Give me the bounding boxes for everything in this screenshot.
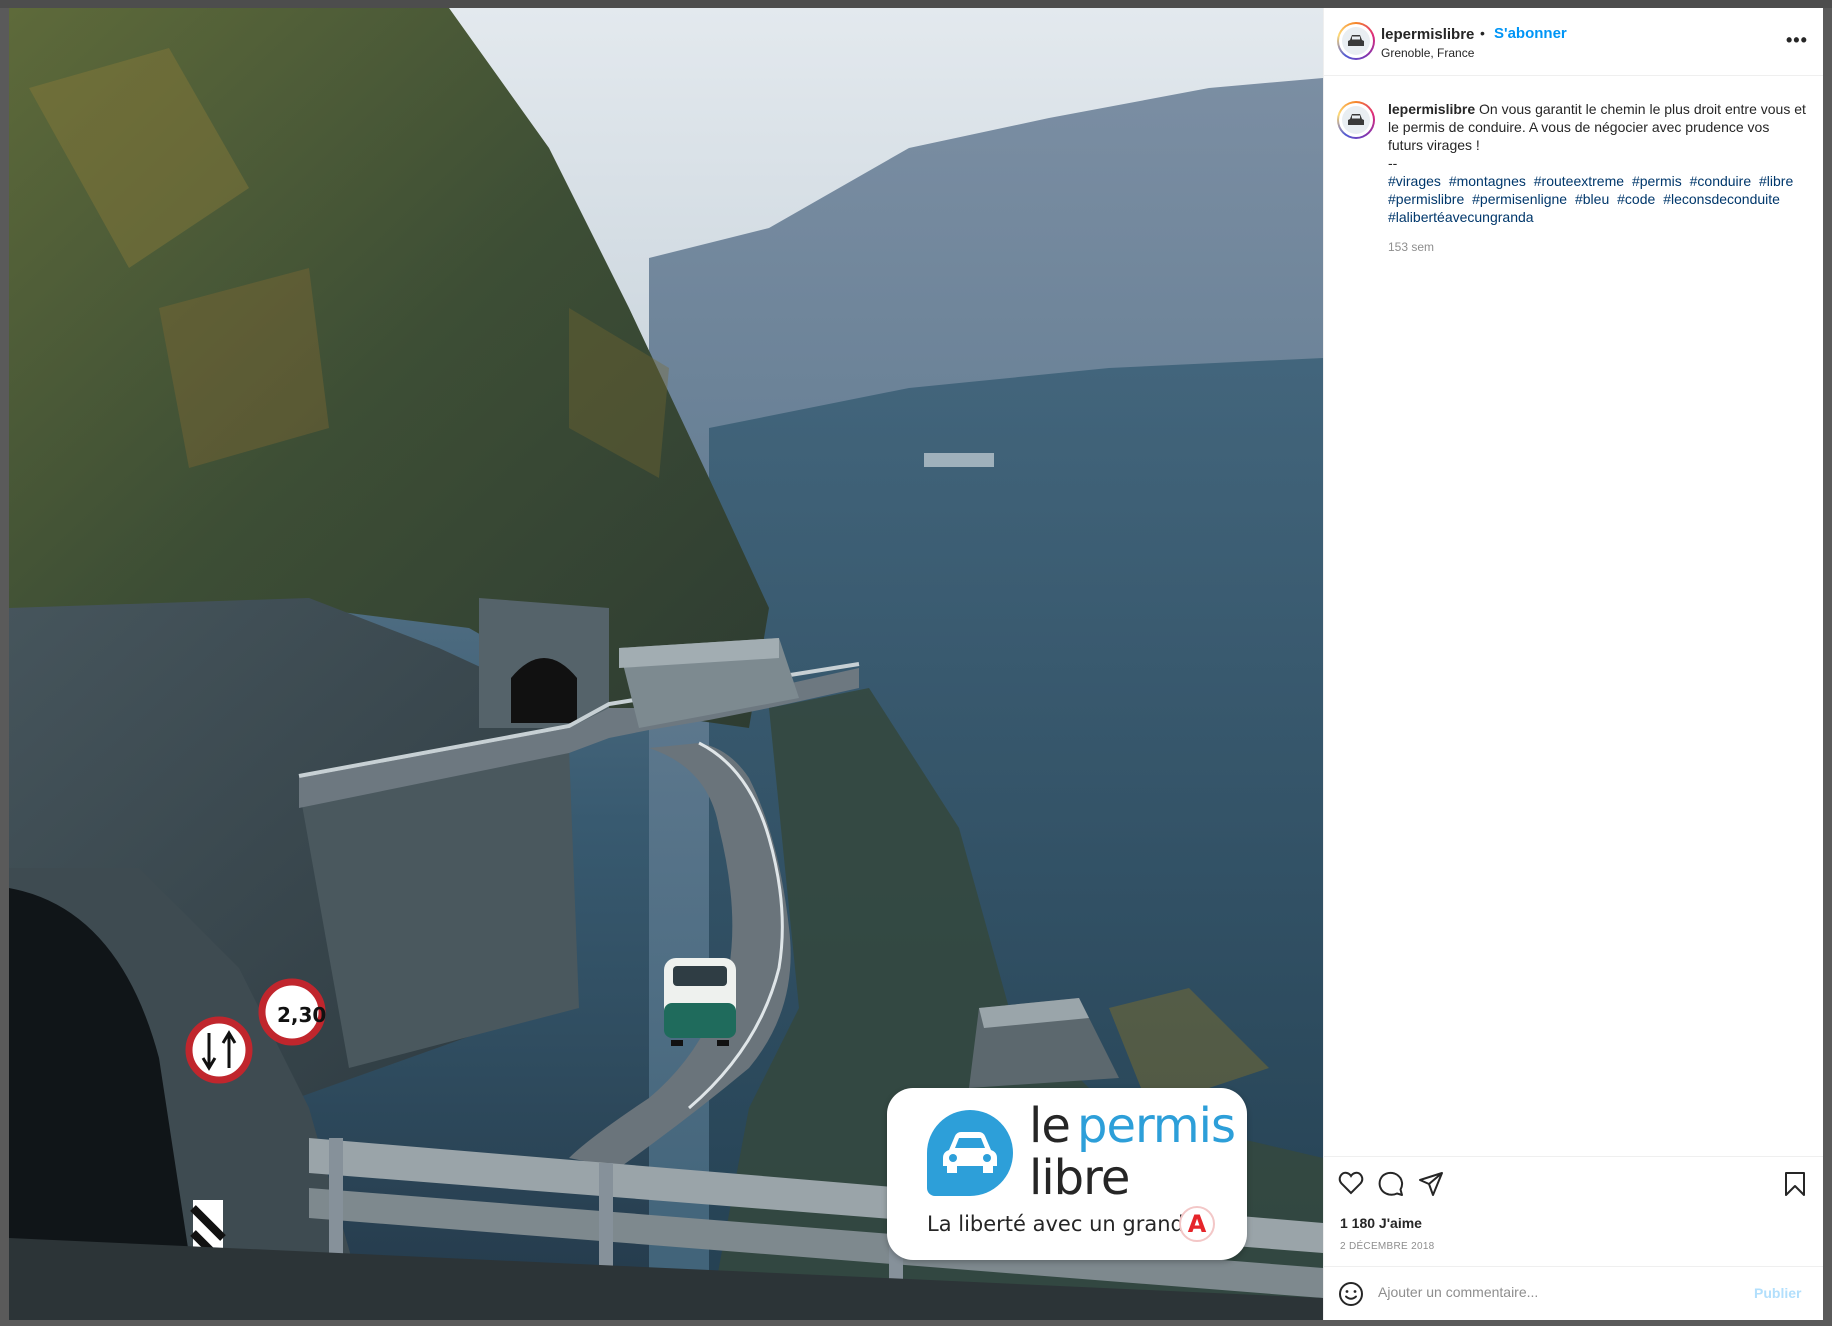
location-link[interactable]: Grenoble, France [1381,46,1474,60]
brand-libre-text: libre [1029,1150,1130,1206]
hashtag-link[interactable]: #permislibre [1388,191,1464,207]
hashtag-link[interactable]: #montagnes [1449,173,1526,189]
header-separator: • [1480,25,1485,41]
brand-badge: le permis libre La liberté avec un grand… [887,1088,1247,1260]
caption-separator: -- [1388,155,1398,171]
caption-username[interactable]: lepermislibre [1388,101,1475,117]
comment-input[interactable] [1376,1283,1730,1301]
post-photo[interactable]: 2,30 le permis libre La liberté avec un … [9,8,1323,1320]
brand-le-text: le [1029,1098,1071,1154]
avatar[interactable] [1337,22,1375,60]
car-avatar-icon [1342,106,1370,134]
hashtag-link[interactable]: #virages [1388,173,1441,189]
brand-slogan: La liberté avec un grand [927,1212,1184,1236]
post-actions: 1 180 J'aime 2 DÉCEMBRE 2018 [1324,1156,1823,1266]
smiley-icon[interactable] [1338,1281,1364,1307]
post-caption: lepermislibre On vous garantit le chemin… [1388,100,1808,226]
comment-box: Publier [1324,1266,1823,1320]
comment-icon[interactable] [1378,1171,1404,1197]
more-options-icon[interactable]: ••• [1786,30,1808,51]
hashtag-link[interactable]: #permisenligne [1472,191,1567,207]
hashtag-list: #virages #montagnes #routeextreme #permi… [1388,172,1808,226]
hashtag-link[interactable]: #leconsdeconduite [1663,191,1780,207]
hashtag-link[interactable]: #conduire [1690,173,1752,189]
brand-permis-text: permis [1077,1098,1236,1154]
post-modal: 2,30 le permis libre La liberté avec un … [9,8,1823,1320]
bookmark-icon[interactable] [1784,1171,1806,1197]
caption-avatar[interactable] [1337,101,1375,139]
follow-button[interactable]: S'abonner [1494,25,1567,42]
page-backdrop [0,0,1832,8]
hashtag-link[interactable]: #permis [1632,173,1682,189]
post-date[interactable]: 2 DÉCEMBRE 2018 [1340,1241,1435,1252]
slogan-a-badge: A [1179,1206,1215,1242]
svg-text:2,30: 2,30 [277,1003,326,1027]
hashtag-link[interactable]: #bleu [1575,191,1609,207]
publish-button[interactable]: Publier [1754,1285,1801,1301]
hashtag-link[interactable]: #code [1617,191,1655,207]
caption-timestamp[interactable]: 153 sem [1388,240,1434,254]
car-logo-icon [927,1110,1013,1196]
post-sidebar: lepermislibre • S'abonner Grenoble, Fran… [1323,8,1823,1320]
share-icon[interactable] [1418,1171,1444,1197]
heart-icon[interactable] [1338,1171,1364,1195]
like-count[interactable]: 1 180 J'aime [1340,1215,1422,1231]
car-avatar-icon [1342,27,1370,55]
hashtag-link[interactable]: #routeextreme [1534,173,1624,189]
hashtag-link[interactable]: #lalibertéavecungranda [1388,209,1534,225]
post-header: lepermislibre • S'abonner Grenoble, Fran… [1324,8,1823,76]
header-username[interactable]: lepermislibre [1381,26,1474,43]
hashtag-link[interactable]: #libre [1759,173,1793,189]
